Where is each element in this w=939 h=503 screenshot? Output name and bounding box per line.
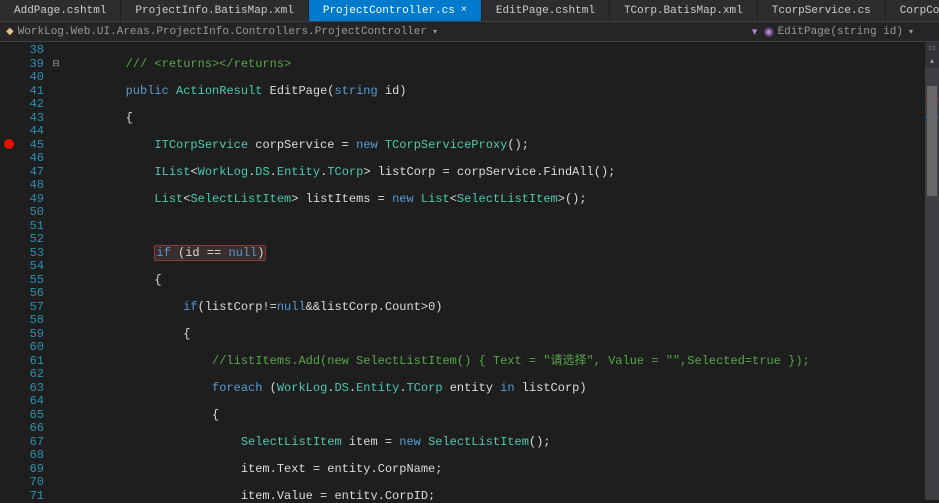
chevron-down-icon[interactable]: ▾ [909, 27, 913, 37]
breadcrumb-method[interactable]: EditPage(string id) [778, 26, 903, 38]
vertical-scrollbar[interactable] [925, 68, 939, 500]
breakpoint-icon[interactable] [4, 139, 14, 149]
chevron-down-icon[interactable]: ▾ [433, 27, 437, 37]
breakpoint-margin[interactable] [0, 42, 18, 500]
tab-tcorp-batismap[interactable]: TCorp.BatisMap.xml [610, 0, 758, 21]
split-horizontal-icon[interactable]: ▭ [925, 42, 939, 55]
tab-editpage[interactable]: EditPage.cshtml [482, 0, 610, 21]
code-editor[interactable]: 3839404142434445464748495051525354555657… [0, 42, 939, 500]
tab-tcorpservice[interactable]: TcorpService.cs [758, 0, 886, 21]
fold-column[interactable]: ⊟ [50, 42, 62, 500]
breadcrumb-class[interactable]: WorkLog.Web.UI.Areas.ProjectInfo.Control… [18, 26, 427, 38]
tab-projectcontroller[interactable]: ProjectController.cs× [309, 0, 482, 21]
tab-addpage[interactable]: AddPage.cshtml [0, 0, 121, 21]
breadcrumb-bar: ◆ WorkLog.Web.UI.Areas.ProjectInfo.Contr… [0, 22, 939, 42]
method-icon: ▾ ◉ [752, 25, 774, 39]
class-icon: ◆ [6, 26, 14, 38]
tab-bar: AddPage.cshtml ProjectInfo.BatisMap.xml … [0, 0, 939, 22]
tab-corpcontroller[interactable]: CorpController.cs [886, 0, 939, 21]
line-number-gutter: 3839404142434445464748495051525354555657… [18, 42, 50, 500]
code-area[interactable]: /// <returns></returns> public ActionRes… [62, 42, 925, 500]
tab-projectinfo-batismap[interactable]: ProjectInfo.BatisMap.xml [121, 0, 308, 21]
scroll-up-icon[interactable]: ▴ [925, 55, 939, 68]
scrollbar-thumb[interactable] [927, 86, 937, 196]
close-icon[interactable]: × [461, 5, 467, 16]
